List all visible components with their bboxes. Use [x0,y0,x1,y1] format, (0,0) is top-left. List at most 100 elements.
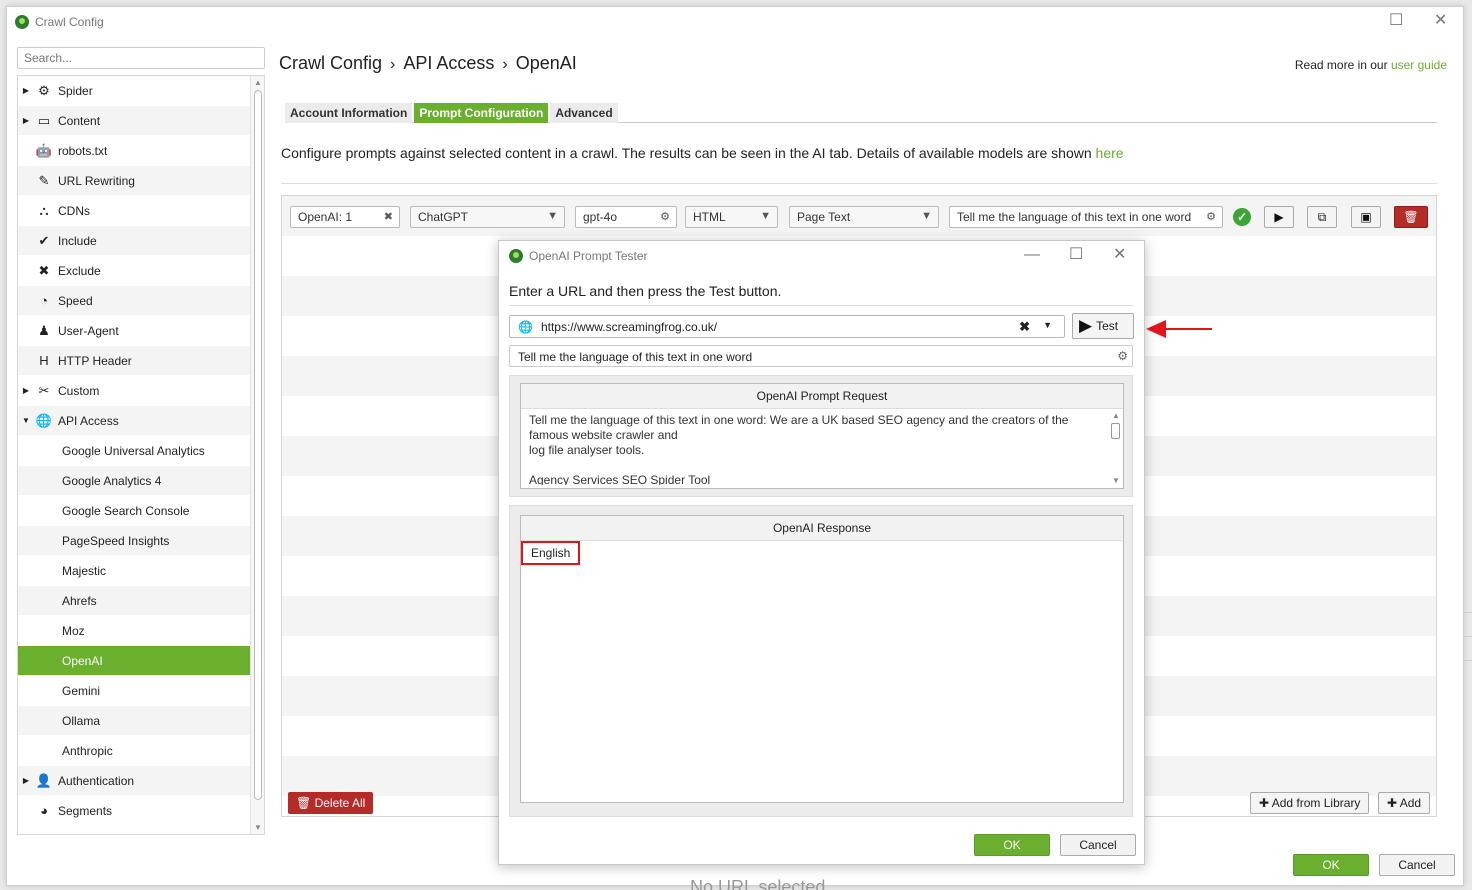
sidebar-item-custom[interactable]: ▶ ✂ Custom [18,376,250,406]
sidebar-item-google-universal-analytics[interactable]: Google Universal Analytics [18,436,250,466]
sidebar-tree: ▶ ⚙ Spider ▶ ▭ Content 🤖 robots.txt ✎ URL Rewriti… [17,75,265,835]
sidebar-item-label: Custom [58,383,100,398]
search-input[interactable] [17,47,265,69]
maximize-icon[interactable]: ☐ [1069,247,1083,263]
ok-button[interactable]: OK [1293,854,1369,876]
pie-icon: ◕ [40,803,48,818]
cancel-button[interactable]: Cancel [1379,854,1455,876]
chevron-down-icon[interactable]: ▼ [1043,320,1052,330]
gear-icon[interactable]: ⚙ [660,210,670,223]
duplicate-button[interactable]: ⧉ [1307,206,1337,228]
prompt-field[interactable]: Tell me the language of this text in one… [949,206,1223,228]
dialog-ok-button[interactable]: OK [974,834,1050,856]
close-icon[interactable]: ✕ [1434,13,1447,29]
sidebar-item-pagespeed-insights[interactable]: PageSpeed Insights [18,526,250,556]
sidebar-item-user-agent[interactable]: ♟ User-Agent [18,316,250,346]
sidebar-item-label: API Access [58,413,119,428]
collapsed-arrow-icon[interactable]: ▶ [18,116,34,125]
test-button[interactable]: ▶ Test [1072,313,1134,339]
sidebar-item-google-search-console[interactable]: Google Search Console [18,496,250,526]
close-icon[interactable]: ✕ [1113,247,1126,263]
delete-prompt-button[interactable]: 🗑 [1394,206,1428,228]
gear-icon[interactable]: ⚙ [1117,349,1128,363]
chevron-down-icon: ▼ [547,210,558,222]
run-prompt-button[interactable]: ▶ [1264,206,1294,228]
sidebar-item-ollama[interactable]: Ollama [18,706,250,736]
sidebar-item-robots-txt[interactable]: 🤖 robots.txt [18,136,250,166]
sidebar-item-label: Google Analytics 4 [62,473,162,488]
collapsed-arrow-icon[interactable]: ▶ [18,86,34,95]
dialog-instruction: Enter a URL and then press the Test butt… [509,283,782,299]
models-link[interactable]: here [1096,145,1124,161]
maximize-icon[interactable]: ☐ [1389,13,1403,29]
sidebar-item-label: Authentication [58,773,135,788]
save-icon: ▣ [1360,210,1372,224]
title-bar: Crawl Config [7,7,1463,37]
tab-account-information[interactable]: Account Information [285,103,413,123]
prompt-name-field[interactable]: OpenAI: 1 ✖ [290,206,400,228]
sidebar-item-segments[interactable]: ◕ Segments [18,796,250,826]
sidebar-scrollbar[interactable]: ▲ ▼ [250,76,264,834]
delete-all-button[interactable]: 🗑 Delete All [288,792,374,814]
sidebar-item-label: Moz [62,623,85,638]
save-to-library-button[interactable]: ▣ [1351,206,1381,228]
request-scrollbar[interactable]: ▲ ▼ [1111,411,1121,485]
sidebar-item-gemini[interactable]: Gemini [18,676,250,706]
request-text[interactable]: Tell me the language of this text in one… [521,409,1123,485]
user-guide-link[interactable]: user guide [1391,58,1447,72]
chevron-down-icon: ▼ [921,210,932,222]
sidebar-item-majestic[interactable]: Majestic [18,556,250,586]
sidebar-item-authentication[interactable]: ▶ 👤 Authentication [18,766,250,796]
sidebar-item-http-header[interactable]: H HTTP Header [18,346,250,376]
chevron-down-icon: ▼ [760,210,771,222]
dialog-cancel-button[interactable]: Cancel [1060,834,1136,856]
collapsed-arrow-icon[interactable]: ▶ [18,776,34,785]
sidebar-item-label: CDNs [58,203,90,218]
user-lock-icon: 👤 [35,772,53,788]
tab-advanced[interactable]: Advanced [550,103,618,123]
response-area: OpenAI Response English [509,505,1133,817]
model-field[interactable]: gpt-4o ⚙ [575,206,677,228]
sidebar-item-api-access[interactable]: ▼ 🌐 API Access [18,406,250,436]
sidebar-item-label: Google Universal Analytics [62,443,205,458]
x-circle-icon: ✖ [38,262,50,278]
collapsed-arrow-icon[interactable]: ▶ [18,386,34,395]
content-select[interactable]: Page Text ▼ [789,206,939,228]
sidebar-item-openai[interactable]: OpenAI [18,646,250,676]
url-input[interactable]: 🌐 https://www.screamingfrog.co.uk/ ✖ ▼ [509,315,1065,338]
tab-prompt-configuration[interactable]: Prompt Configuration [414,103,549,123]
clear-icon[interactable]: ✖ [1019,319,1030,335]
minimize-icon[interactable]: — [1024,247,1040,263]
add-from-library-button[interactable]: ✚ Add from Library [1250,792,1370,814]
tab-bar: Account Information Prompt Configuration… [285,103,1437,123]
gear-icon[interactable]: ⚙ [1206,210,1216,223]
request-header: OpenAI Prompt Request [521,384,1123,409]
sidebar-item-include[interactable]: ✔ Include [18,226,250,256]
sidebar-item-content[interactable]: ▶ ▭ Content [18,106,250,136]
sidebar-item-url-rewriting[interactable]: ✎ URL Rewriting [18,166,250,196]
content-type-select[interactable]: HTML ▼ [685,206,778,228]
clear-icon[interactable]: ✖ [384,210,393,223]
sidebar-item-speed[interactable]: ◔ Speed [18,286,250,316]
dialog-prompt-field[interactable]: Tell me the language of this text in one… [509,345,1133,367]
provider-select[interactable]: ChatGPT ▼ [410,206,565,228]
play-icon: ▶ [1274,210,1284,224]
expanded-arrow-icon[interactable]: ▼ [18,416,34,425]
sidebar-item-label: Google Search Console [62,503,190,518]
add-button[interactable]: ✚ Add [1378,792,1431,814]
sidebar-item-cdns[interactable]: ⛬ CDNs [18,196,250,226]
sidebar-item-google-analytics-4[interactable]: Google Analytics 4 [18,466,250,496]
sidebar-item-exclude[interactable]: ✖ Exclude [18,256,250,286]
sidebar-item-label: OpenAI [62,653,103,668]
sidebar-item-spider[interactable]: ▶ ⚙ Spider [18,76,250,106]
globe-icon: 🌐 [518,319,533,334]
user-agent-icon: ♟ [38,322,50,338]
request-area: OpenAI Prompt Request Tell me the langua… [509,375,1133,497]
sidebar-item-anthropic[interactable]: Anthropic [18,736,250,766]
gear-icon: ⚙ [38,82,50,98]
red-arrow-annotation [1146,320,1212,338]
sidebar-item-ahrefs[interactable]: Ahrefs [18,586,250,616]
h-icon: H [39,353,49,368]
sidebar-item-moz[interactable]: Moz [18,616,250,646]
user-guide-text: Read more in our user guide [1294,58,1447,72]
